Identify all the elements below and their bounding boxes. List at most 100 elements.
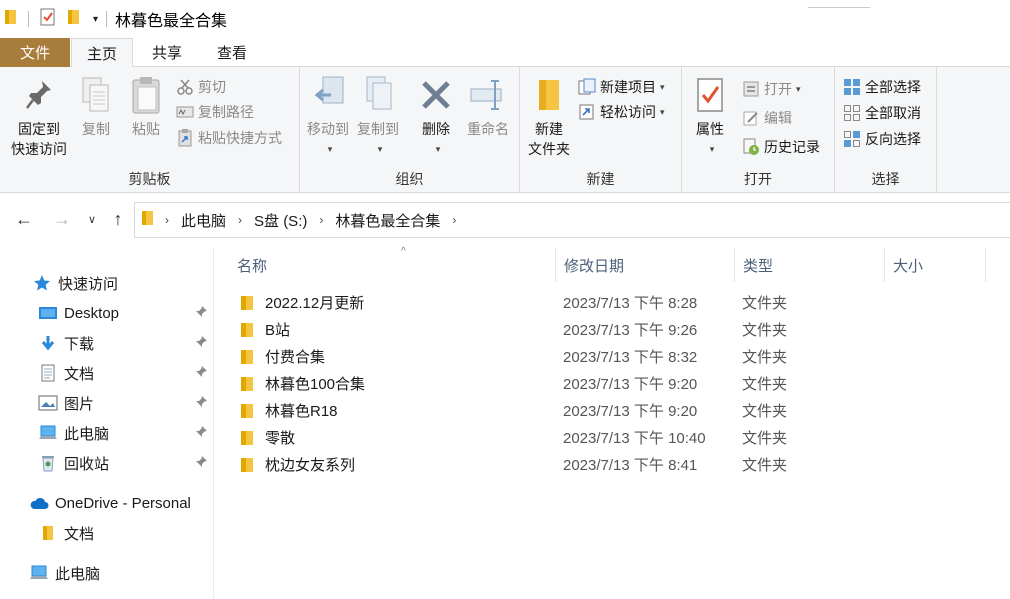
file-date: 2023/7/13 下午 9:20 — [563, 403, 698, 420]
sidebar-item-recycle-bin[interactable]: 回收站 — [0, 449, 214, 477]
computer-icon — [29, 563, 49, 583]
select-none-button[interactable]: 全部取消 — [843, 101, 921, 125]
pin-icon[interactable] — [194, 365, 208, 379]
title-bar-line — [808, 7, 870, 8]
folder-icon — [241, 403, 253, 418]
edit-button[interactable]: 编辑 — [742, 106, 792, 130]
sidebar-item-documents[interactable]: 文档 — [0, 359, 214, 387]
sidebar-item-desktop[interactable]: Desktop — [0, 299, 214, 327]
file-name: 付费合集 — [265, 349, 326, 366]
table-row[interactable]: 枕边女友系列 2023/7/13 下午 8:41 文件夹 — [215, 451, 1010, 478]
open-button[interactable]: 打开 ▾ — [742, 77, 801, 101]
invert-selection-icon — [843, 130, 861, 148]
pin-icon[interactable] — [194, 305, 208, 319]
invert-selection-button[interactable]: 反向选择 — [843, 127, 921, 151]
paste-button[interactable]: 粘贴 — [126, 73, 166, 139]
pin-icon[interactable] — [194, 425, 208, 439]
delete-button[interactable]: 删除 ▾ — [414, 73, 458, 159]
new-item-label: 新建项目 — [600, 79, 656, 95]
star-icon — [32, 273, 52, 293]
breadcrumb-current-folder[interactable]: 林暮色最全合集 — [335, 210, 440, 231]
tab-home[interactable]: 主页 — [71, 38, 133, 68]
breadcrumb-chevron-icon[interactable]: › — [319, 213, 323, 227]
back-arrow-icon[interactable]: ← — [12, 207, 36, 231]
paste-label: 粘贴 — [132, 121, 160, 137]
pin-icon[interactable] — [194, 335, 208, 349]
table-row[interactable]: 付费合集 2023/7/13 下午 8:32 文件夹 — [215, 343, 1010, 370]
folder-icon — [241, 349, 253, 364]
breadcrumb-drive[interactable]: S盘 (S:) — [254, 210, 307, 231]
pin-to-quick-access-button[interactable]: 固定到 快速访问 — [6, 73, 72, 159]
sidebar-item-downloads[interactable]: 下载 — [0, 329, 214, 357]
pin-icon[interactable] — [194, 395, 208, 409]
up-arrow-icon[interactable]: ↑ — [106, 207, 130, 231]
file-type: 文件夹 — [742, 376, 788, 393]
address-bar[interactable]: › 此电脑 › S盘 (S:) › 林暮色最全合集 › — [134, 202, 1010, 238]
rename-button[interactable]: 重命名 — [462, 73, 514, 139]
open-label: 打开 — [764, 81, 792, 97]
history-button[interactable]: 历史记录 — [742, 135, 820, 159]
copy-path-button[interactable]: 复制路径 — [176, 100, 254, 124]
copy-to-button[interactable]: 复制到 ▾ — [354, 73, 402, 159]
new-item-icon — [578, 78, 596, 96]
table-row[interactable]: 林暮色100合集 2023/7/13 下午 9:20 文件夹 — [215, 370, 1010, 397]
sidebar-item-label: 此电脑 — [55, 565, 101, 583]
sidebar-item-onedrive-documents[interactable]: 文档 — [0, 519, 214, 547]
breadcrumb-this-pc[interactable]: 此电脑 — [181, 210, 226, 231]
download-arrow-icon — [38, 333, 58, 353]
chevron-down-icon: ▾ — [709, 144, 715, 154]
recent-locations-chevron-icon[interactable]: ∨ — [80, 207, 104, 231]
sidebar-item-pictures[interactable]: 图片 — [0, 389, 214, 417]
paste-icon — [126, 73, 166, 117]
chevron-down-icon: ▾ — [377, 144, 383, 154]
file-type: 文件夹 — [742, 295, 788, 312]
column-header-date[interactable]: 修改日期 — [556, 248, 735, 282]
copy-path-label: 复制路径 — [198, 104, 254, 120]
table-row[interactable]: B站 2023/7/13 下午 9:26 文件夹 — [215, 316, 1010, 343]
cut-button[interactable]: 剪切 — [176, 75, 226, 99]
column-header-type[interactable]: 类型 — [735, 248, 885, 282]
tab-view[interactable]: 查看 — [200, 38, 264, 67]
sidebar-item-onedrive[interactable]: OneDrive - Personal — [0, 489, 214, 517]
properties-label: 属性 — [696, 121, 724, 137]
invert-selection-label: 反向选择 — [865, 131, 921, 147]
properties-quick-icon[interactable] — [39, 8, 57, 30]
paste-shortcut-button[interactable]: 粘贴快捷方式 — [176, 126, 282, 150]
new-folder-label-line2: 文件夹 — [528, 141, 570, 157]
column-header-size-label: 大小 — [893, 257, 924, 275]
chevron-down-icon: ▾ — [660, 106, 665, 117]
new-item-button[interactable]: 新建项目 ▾ — [578, 75, 665, 99]
file-name: 林暮色100合集 — [265, 376, 366, 393]
open-icon — [742, 80, 760, 98]
properties-button[interactable]: 属性 ▾ — [688, 73, 732, 159]
column-header-size[interactable]: 大小 — [885, 248, 986, 282]
easy-access-button[interactable]: 轻松访问 ▾ — [578, 100, 665, 124]
breadcrumb-chevron-icon[interactable]: › — [238, 213, 242, 227]
file-type: 文件夹 — [742, 403, 788, 420]
customize-quick-access-icon[interactable]: ▾ — [93, 14, 98, 25]
copy-icon — [76, 73, 116, 117]
move-to-button[interactable]: 移动到 ▾ — [304, 73, 352, 159]
sidebar-item-this-pc[interactable]: 此电脑 — [0, 559, 214, 587]
edit-pencil-icon — [742, 109, 760, 127]
breadcrumb-chevron-icon[interactable]: › — [452, 213, 456, 227]
select-all-button[interactable]: 全部选择 — [843, 75, 921, 99]
sidebar-item-this-pc-pinned[interactable]: 此电脑 — [0, 419, 214, 447]
table-row[interactable]: 零散 2023/7/13 下午 10:40 文件夹 — [215, 424, 1010, 451]
breadcrumb-chevron-icon[interactable]: › — [165, 213, 169, 227]
new-folder-quick-icon[interactable] — [67, 8, 81, 30]
file-name: 枕边女友系列 — [265, 457, 356, 474]
new-group-label: 新建 — [586, 171, 615, 187]
column-header-name[interactable]: 名称 ^ — [229, 246, 556, 282]
copy-button[interactable]: 复制 — [76, 73, 116, 139]
new-folder-button[interactable]: 新建 文件夹 — [524, 73, 574, 159]
table-row[interactable]: 2022.12月更新 2023/7/13 下午 8:28 文件夹 — [215, 289, 1010, 316]
tab-share[interactable]: 共享 — [136, 38, 198, 67]
pin-icon[interactable] — [194, 455, 208, 469]
tab-file[interactable]: 文件 — [0, 38, 70, 67]
select-none-label: 全部取消 — [865, 105, 921, 121]
table-row[interactable]: 林暮色R18 2023/7/13 下午 9:20 文件夹 — [215, 397, 1010, 424]
sidebar-item-quick-access[interactable]: 快速访问 — [0, 269, 214, 297]
clipboard-group-label: 剪贴板 — [128, 171, 171, 187]
forward-arrow-icon[interactable]: → — [50, 207, 74, 231]
